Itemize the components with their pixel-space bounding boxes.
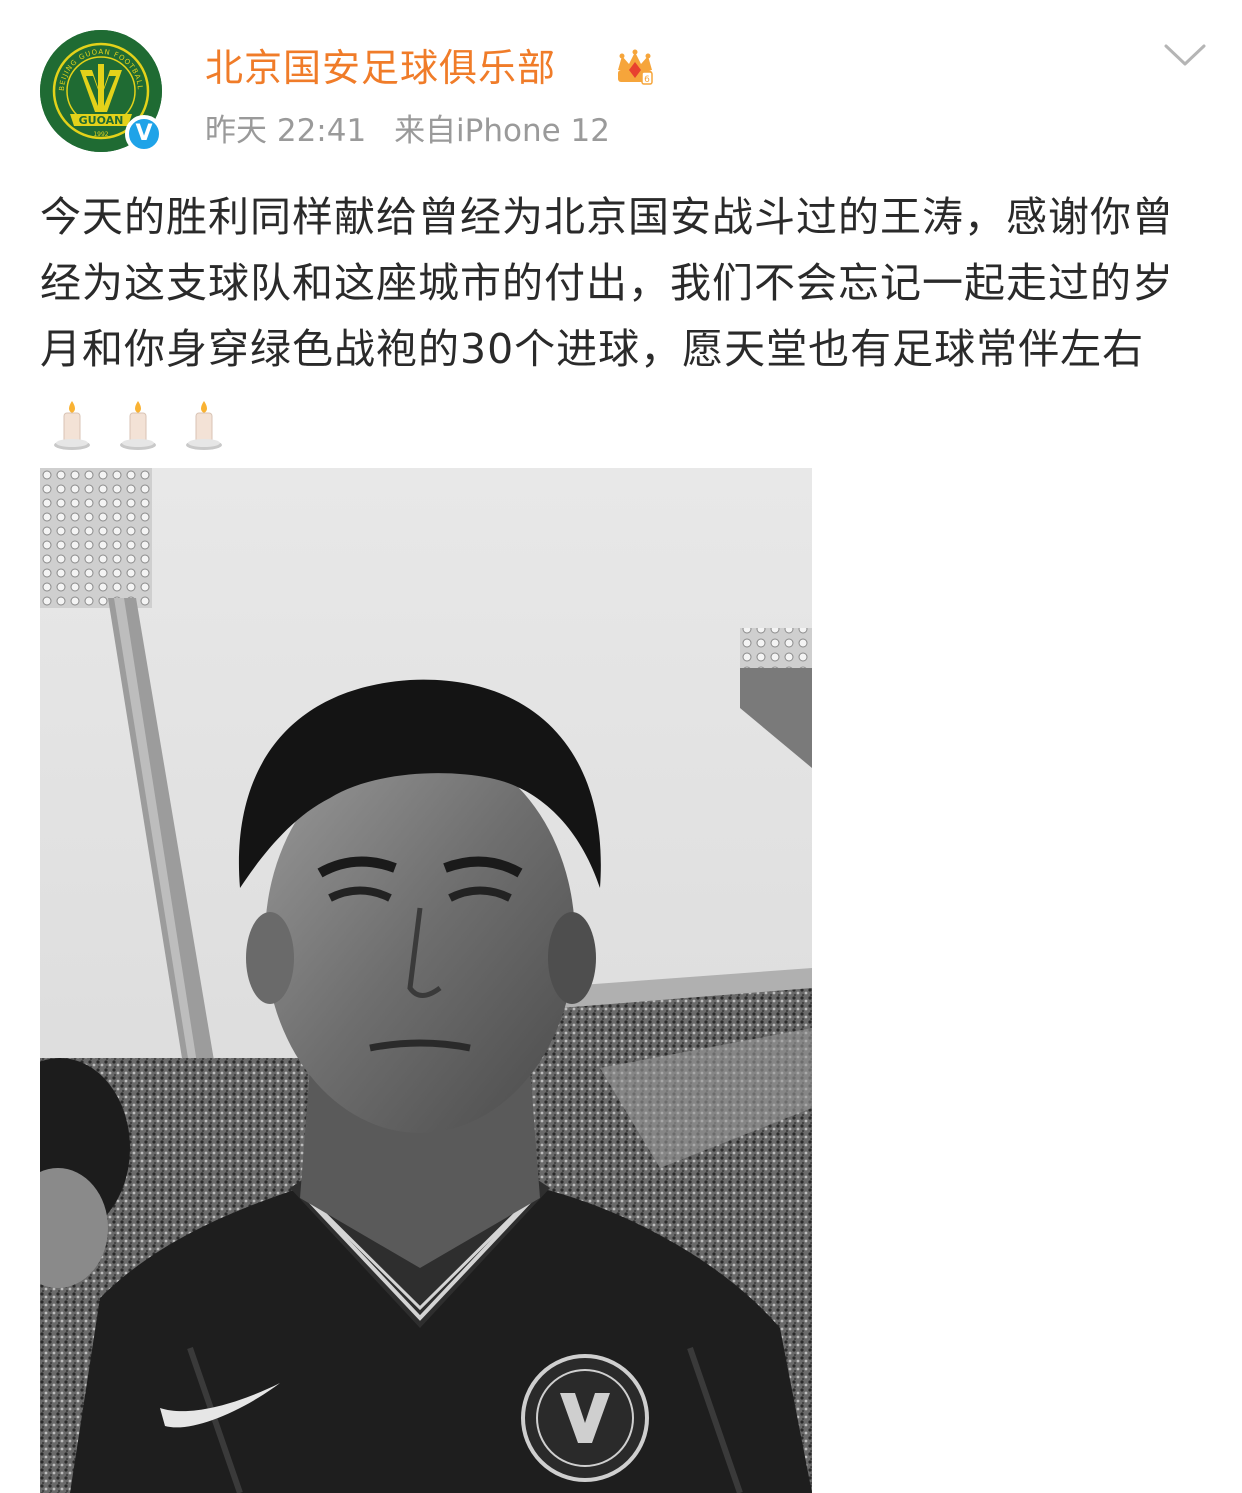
post-content: 今天的胜利同样献给曾经为北京国安战斗过的王涛，感谢你曾经为这支球队和这座城市的付… xyxy=(40,184,1212,456)
candle-emoji-icon xyxy=(120,401,156,450)
timestamp: 昨天 22:41 xyxy=(205,113,367,149)
logo-year: 1992 xyxy=(93,131,108,138)
post-text: 今天的胜利同样献给曾经为北京国安战斗过的王涛，感谢你曾经为这支球队和这座城市的付… xyxy=(40,193,1174,373)
emoji-row xyxy=(50,390,248,456)
footballer-photo xyxy=(40,468,812,1493)
candle-emoji-icon xyxy=(186,401,222,450)
weibo-post: BEIJING GUOAN FOOTBALL CLUB GUOAN 1992 V… xyxy=(0,0,1242,1493)
post-meta: 昨天 22:41 来自iPhone 12 xyxy=(205,108,628,154)
verified-v-icon: V xyxy=(125,115,163,153)
post-image[interactable] xyxy=(40,468,812,1493)
logo-text: GUOAN xyxy=(79,114,124,127)
vip-crown-badge-icon[interactable]: 6 xyxy=(612,44,658,90)
source[interactable]: 来自iPhone 12 xyxy=(394,113,610,149)
candle-emoji-icon xyxy=(54,401,90,450)
username[interactable]: 北京国安足球俱乐部 xyxy=(205,40,556,96)
svg-text:6: 6 xyxy=(644,75,650,85)
chevron-down-icon[interactable] xyxy=(1162,40,1208,70)
